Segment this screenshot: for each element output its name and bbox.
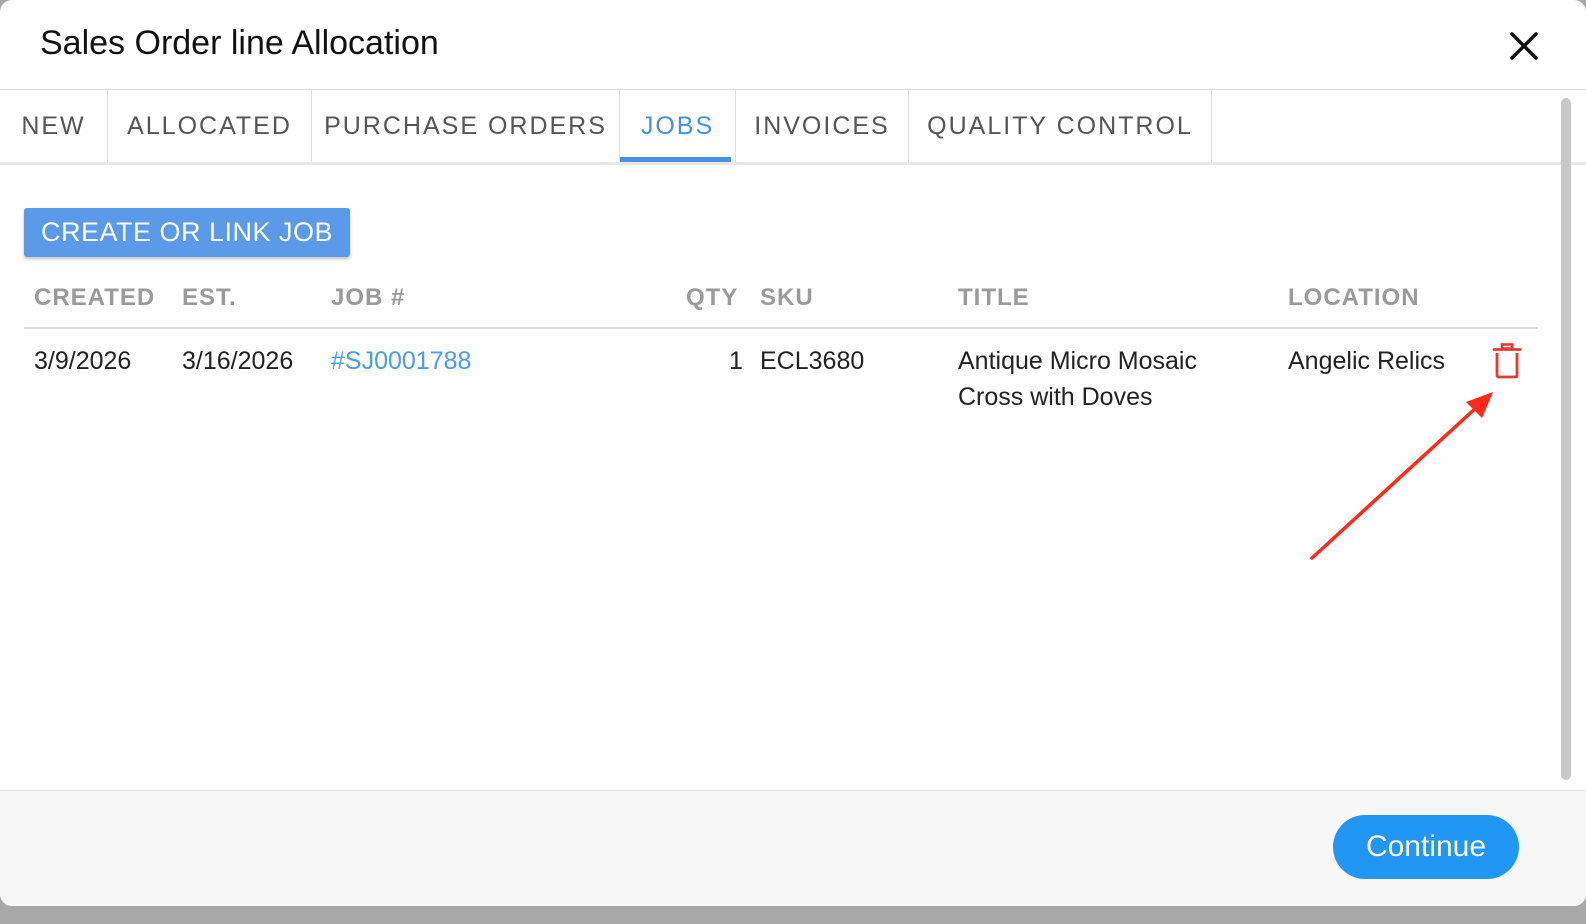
tab-purchase-orders[interactable]: PURCHASE ORDERS xyxy=(312,90,620,162)
column-header-location: LOCATION xyxy=(1288,284,1420,311)
scrollbar[interactable] xyxy=(1561,98,1571,780)
annotation-arrow xyxy=(1310,392,1493,560)
tab-invoices[interactable]: INVOICES xyxy=(736,90,909,162)
cell-sku: ECL3680 xyxy=(760,347,865,375)
tab-new[interactable]: NEW xyxy=(0,90,108,162)
job-number-link[interactable]: #SJ0001788 xyxy=(331,343,471,379)
tab-jobs[interactable]: JOBS xyxy=(620,90,736,162)
tab-bar: NEW ALLOCATED PURCHASE ORDERS JOBS INVOI… xyxy=(0,90,1586,165)
continue-button[interactable]: Continue xyxy=(1333,815,1519,879)
cell-created: 3/9/2026 xyxy=(34,347,132,375)
cell-title-line-2: Cross with Doves xyxy=(958,383,1153,411)
column-header-created: CREATED xyxy=(34,284,156,311)
trash-icon xyxy=(1492,343,1522,379)
cell-location: Angelic Relics xyxy=(1288,347,1446,375)
create-or-link-job-button[interactable]: CREATE OR LINK JOB xyxy=(24,208,350,257)
column-header-title: TITLE xyxy=(958,284,1030,311)
allocation-modal: Sales Order line Allocation NEW ALLOCATE… xyxy=(0,0,1586,906)
active-tab-indicator xyxy=(620,157,731,162)
column-header-sku: SKU xyxy=(760,284,814,311)
cell-qty: 1 xyxy=(729,347,743,375)
cell-title-line-1: Antique Micro Mosaic xyxy=(958,347,1197,375)
column-header-est: EST. xyxy=(182,284,237,311)
column-header-qty: QTY xyxy=(686,284,739,311)
delete-job-button[interactable] xyxy=(1492,343,1522,379)
modal-header: Sales Order line Allocation xyxy=(0,0,1586,90)
tab-allocated[interactable]: ALLOCATED xyxy=(108,90,312,162)
column-header-job: JOB # xyxy=(331,284,406,311)
cell-title: Antique Micro Mosaic Cross with Doves xyxy=(958,343,1197,415)
close-icon xyxy=(1510,32,1538,60)
modal-title: Sales Order line Allocation xyxy=(40,24,439,62)
tab-quality-control[interactable]: QUALITY CONTROL xyxy=(909,90,1212,162)
header-divider xyxy=(24,327,1538,329)
close-button[interactable] xyxy=(1502,24,1546,68)
cell-est: 3/16/2026 xyxy=(182,347,294,375)
